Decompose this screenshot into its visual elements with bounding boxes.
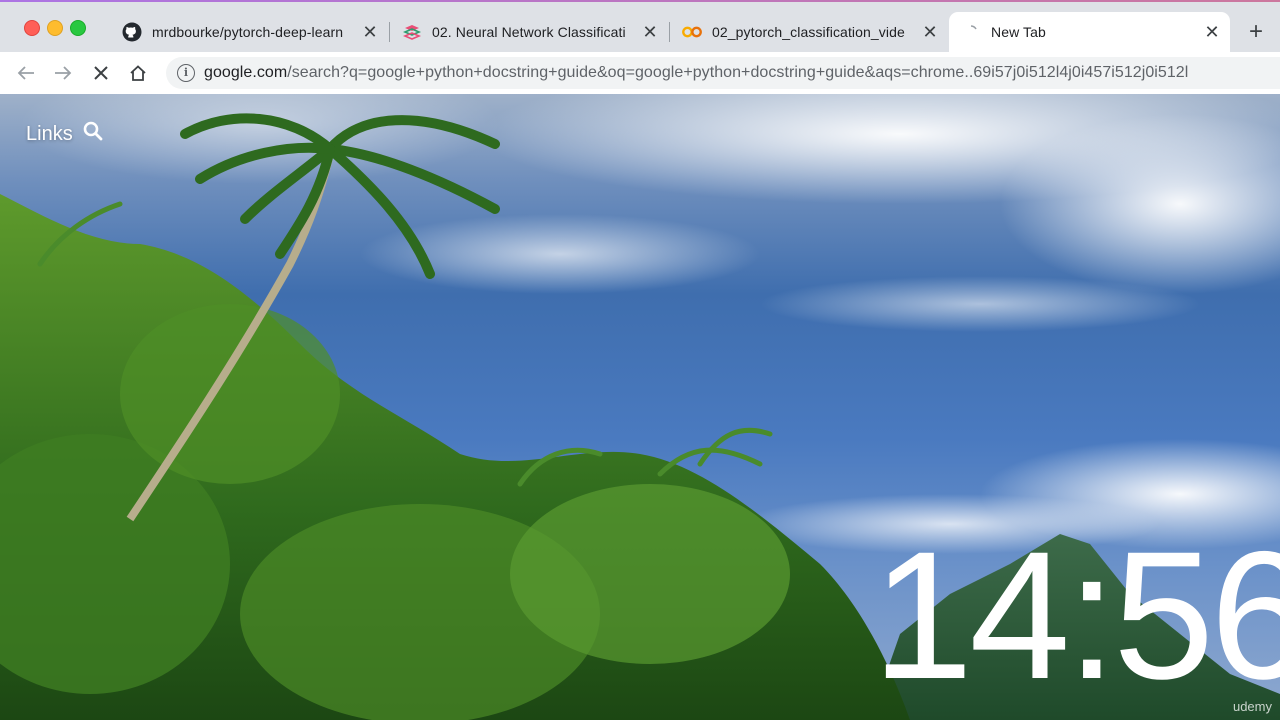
tab-title: 02. Neural Network Classificati [432, 24, 626, 40]
toolbar: i google.com/search?q=google+python+docs… [0, 52, 1280, 95]
back-arrow-icon [17, 66, 34, 80]
home-button[interactable] [123, 58, 153, 88]
new-tab-page: Links 14:56 udemy [0, 94, 1280, 720]
info-icon[interactable]: i [177, 64, 195, 82]
colab-icon [682, 22, 702, 42]
url-text: google.com/search?q=google+python+docstr… [204, 64, 1189, 81]
home-icon [130, 65, 146, 81]
stop-loading-button[interactable] [86, 58, 116, 88]
tab-title: mrdbourke/pytorch-deep-learn [152, 24, 344, 40]
stop-icon [94, 66, 108, 80]
new-tab-button[interactable]: + [1243, 19, 1269, 45]
search-icon[interactable] [83, 121, 103, 147]
clock: 14:56 [872, 513, 1280, 717]
tab-colab-notebook[interactable]: 02_pytorch_classification_vide ✕ [670, 12, 948, 52]
tab-neural-network-classification[interactable]: 02. Neural Network Classificati ✕ [390, 12, 668, 52]
github-icon [122, 22, 142, 42]
forward-button[interactable] [48, 58, 78, 88]
back-button[interactable] [11, 58, 41, 88]
address-bar[interactable]: i google.com/search?q=google+python+docs… [166, 57, 1280, 89]
close-tab-icon[interactable]: ✕ [1202, 22, 1222, 43]
tab-strip: mrdbourke/pytorch-deep-learn ✕ 02. Neura… [0, 0, 1280, 52]
tab-github[interactable]: mrdbourke/pytorch-deep-learn ✕ [110, 12, 388, 52]
tab-title: 02_pytorch_classification_vide [712, 24, 905, 40]
browser-window: mrdbourke/pytorch-deep-learn ✕ 02. Neura… [0, 0, 1280, 720]
loading-icon [961, 22, 981, 42]
book-icon [402, 22, 422, 42]
close-window-button[interactable] [24, 20, 40, 36]
close-tab-icon[interactable]: ✕ [920, 22, 940, 43]
minimize-window-button[interactable] [47, 20, 63, 36]
zoom-window-button[interactable] [70, 20, 86, 36]
links-shortcut[interactable]: Links [26, 121, 103, 147]
close-tab-icon[interactable]: ✕ [640, 22, 660, 43]
forward-arrow-icon [55, 66, 72, 80]
tab-title: New Tab [991, 24, 1046, 40]
links-label: Links [26, 122, 73, 145]
close-tab-icon[interactable]: ✕ [360, 22, 380, 43]
watermark: udemy [1232, 699, 1272, 714]
tab-new-tab[interactable]: New Tab ✕ [949, 12, 1230, 52]
